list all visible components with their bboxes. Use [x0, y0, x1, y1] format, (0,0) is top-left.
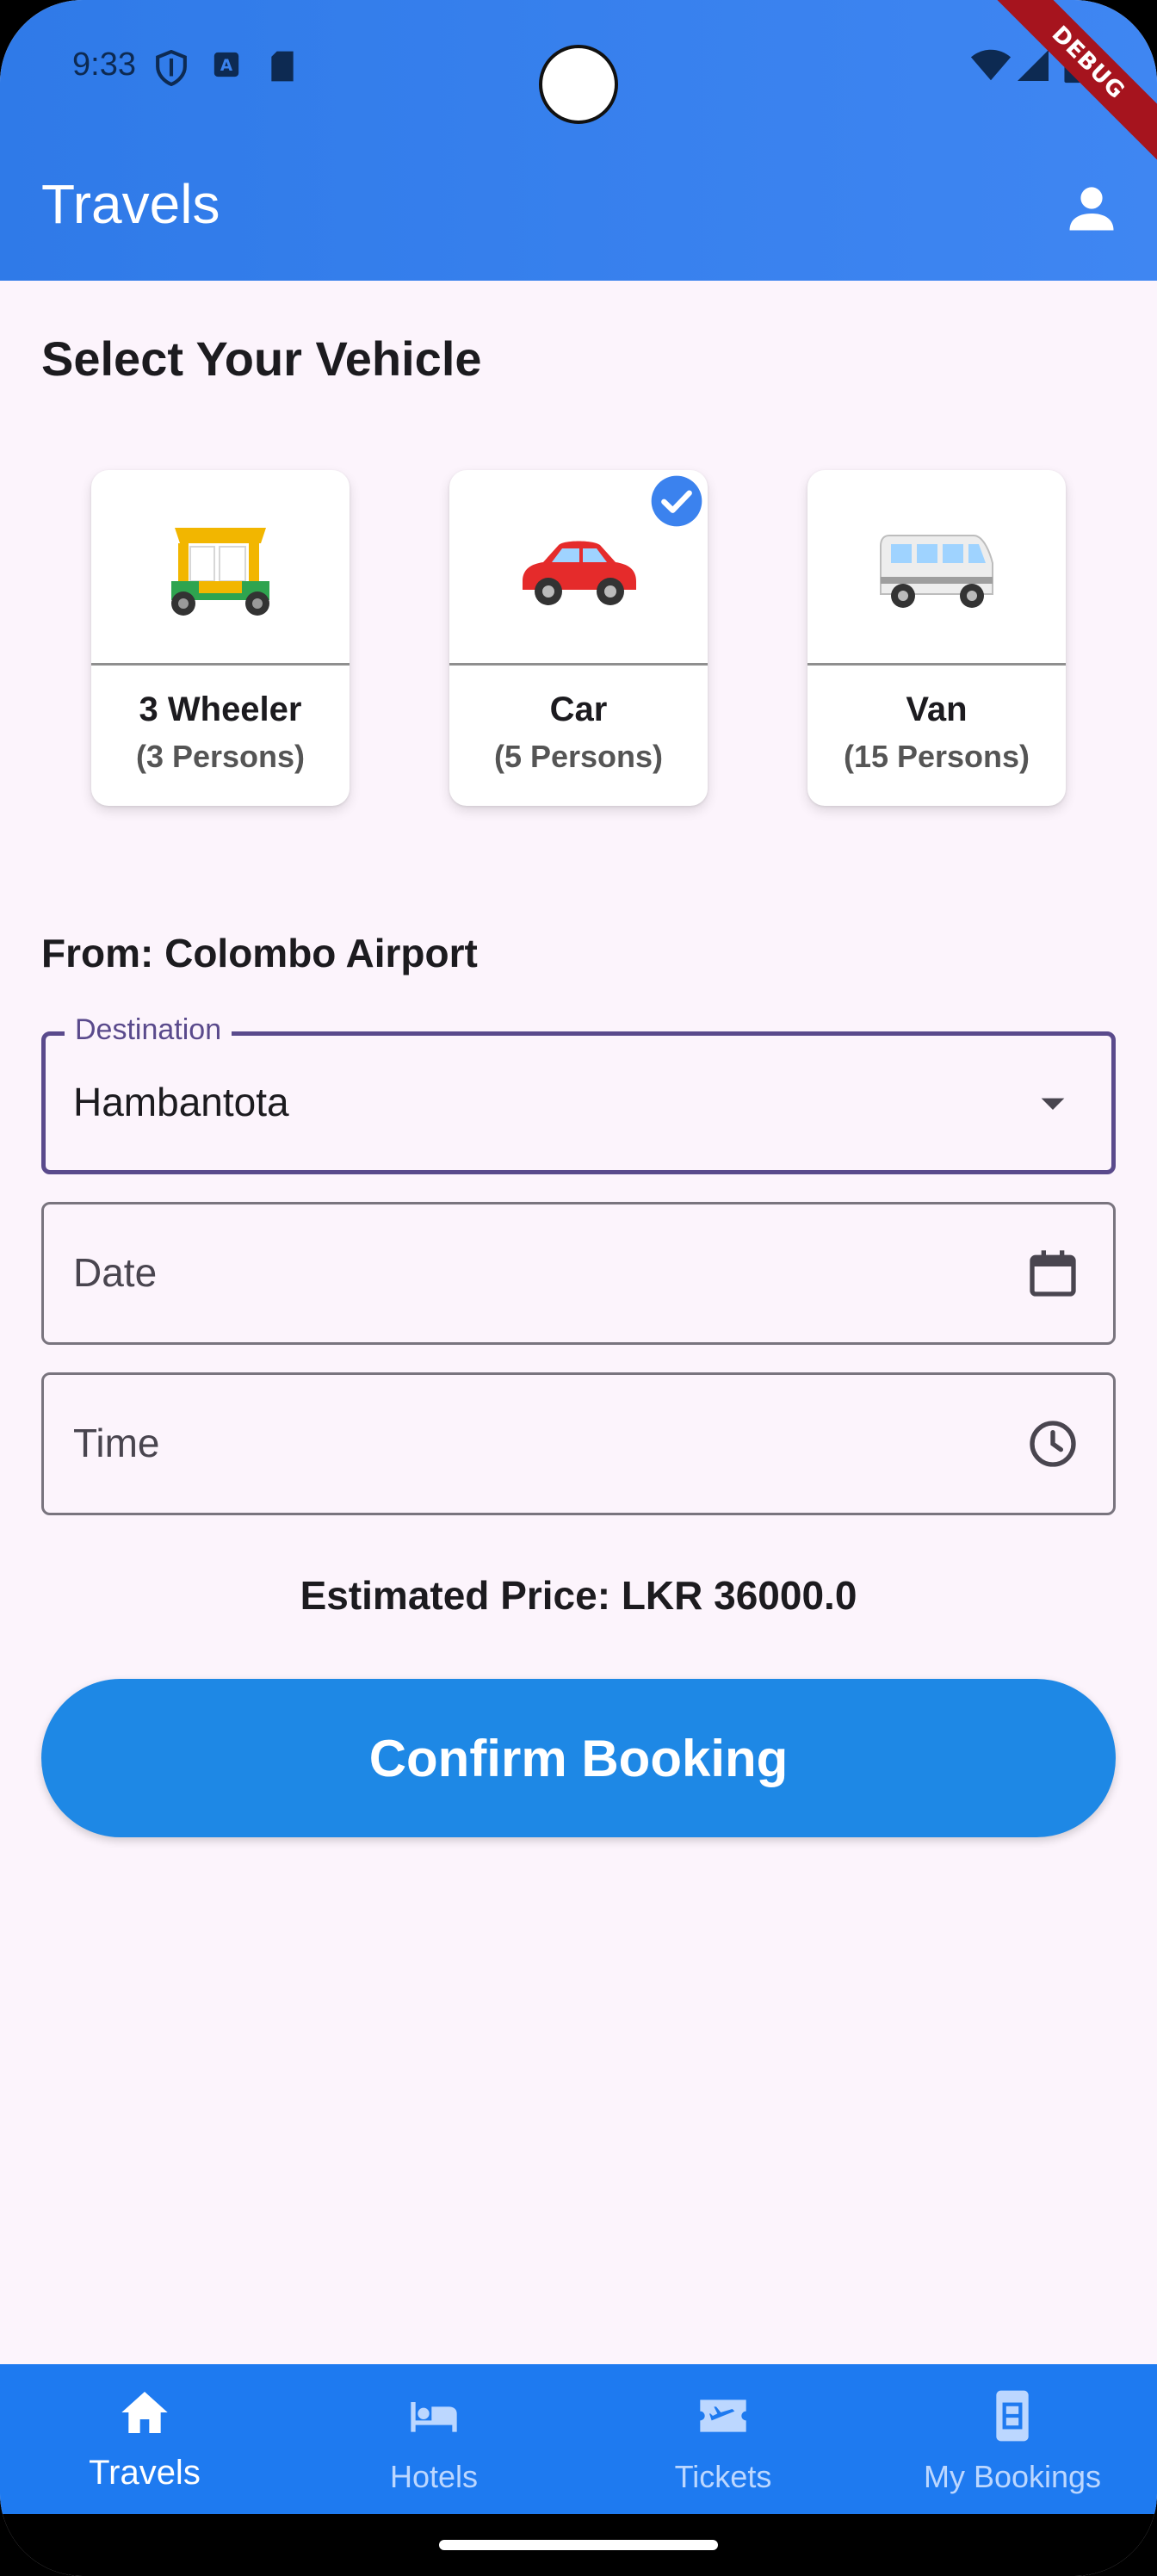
- status-time: 9:33: [72, 46, 136, 83]
- auto-rickshaw-icon: [91, 470, 350, 663]
- bottom-navigation: Travels Hotels Tickets My Bookings: [0, 2364, 1157, 2514]
- vehicle-capacity: (15 Persons): [843, 739, 1030, 774]
- vehicle-capacity: (3 Persons): [135, 739, 306, 774]
- nav-item-tickets[interactable]: Tickets: [578, 2364, 868, 2514]
- vehicle-name: Van: [906, 690, 968, 728]
- plane-ticket-icon: [700, 2400, 746, 2432]
- nav-label-travels: Travels: [89, 2454, 201, 2492]
- nav-label-hotels: Hotels: [389, 2459, 479, 2494]
- home-icon: [121, 2392, 168, 2433]
- app-title: Travels: [41, 173, 220, 235]
- time-placeholder: Time: [73, 1421, 160, 1465]
- nav-item-travels[interactable]: Travels: [0, 2364, 289, 2514]
- profile-button[interactable]: [1061, 177, 1123, 239]
- keyboard-a-icon: A: [212, 50, 241, 84]
- wifi-icon: [969, 48, 1012, 87]
- sd-card-icon: [269, 50, 296, 87]
- vehicle-name: 3 Wheeler: [139, 690, 302, 728]
- bookings-icon: [996, 2390, 1029, 2442]
- confirm-booking-button[interactable]: Confirm Booking: [41, 1679, 1116, 1837]
- card-divider: [449, 663, 708, 666]
- selected-check-icon: [651, 475, 702, 527]
- shield-icon: [155, 49, 188, 90]
- destination-value: Hambantota: [73, 1080, 289, 1124]
- card-divider: [807, 663, 1066, 666]
- date-field[interactable]: Date: [41, 1202, 1116, 1345]
- app-bar: 9:33 A DEBUG Travels: [0, 0, 1157, 281]
- vehicle-name: Car: [549, 690, 608, 728]
- vehicle-capacity: (5 Persons): [493, 739, 664, 774]
- date-placeholder: Date: [73, 1250, 158, 1295]
- cellular-signal-icon: [1016, 48, 1050, 87]
- estimated-price: Estimated Price: LKR 36000.0: [300, 1573, 857, 1618]
- home-gesture-bar[interactable]: [439, 2540, 718, 2550]
- nav-label-tickets: Tickets: [674, 2459, 772, 2494]
- clock-icon[interactable]: [1025, 1416, 1080, 1471]
- vehicle-card-car[interactable]: Car (5 Persons): [449, 470, 708, 806]
- vehicle-card-3-wheeler[interactable]: 3 Wheeler (3 Persons): [91, 470, 350, 806]
- nav-item-my-bookings[interactable]: My Bookings: [868, 2364, 1157, 2514]
- calendar-icon[interactable]: [1025, 1246, 1080, 1301]
- section-title: Select Your Vehicle: [41, 331, 482, 386]
- time-field[interactable]: Time: [41, 1372, 1116, 1515]
- from-location-label: From: Colombo Airport: [41, 931, 478, 975]
- card-divider: [91, 663, 350, 666]
- dropdown-arrow-icon: [1041, 1098, 1065, 1110]
- camera-cutout: [539, 45, 618, 124]
- nav-label-my-bookings: My Bookings: [923, 2459, 1102, 2494]
- phone-screen: 9:33 A DEBUG Travels Select Your Vehicle…: [0, 0, 1157, 2576]
- destination-label: Destination: [65, 1013, 232, 1047]
- svg-text:A: A: [220, 57, 233, 75]
- destination-dropdown[interactable]: Destination Hambantota: [41, 1013, 1116, 1174]
- vehicle-card-van[interactable]: Van (15 Persons): [807, 470, 1066, 806]
- nav-item-hotels[interactable]: Hotels: [289, 2364, 578, 2514]
- bed-icon: [411, 2402, 457, 2432]
- van-icon: [807, 470, 1066, 663]
- person-icon: [1069, 187, 1114, 231]
